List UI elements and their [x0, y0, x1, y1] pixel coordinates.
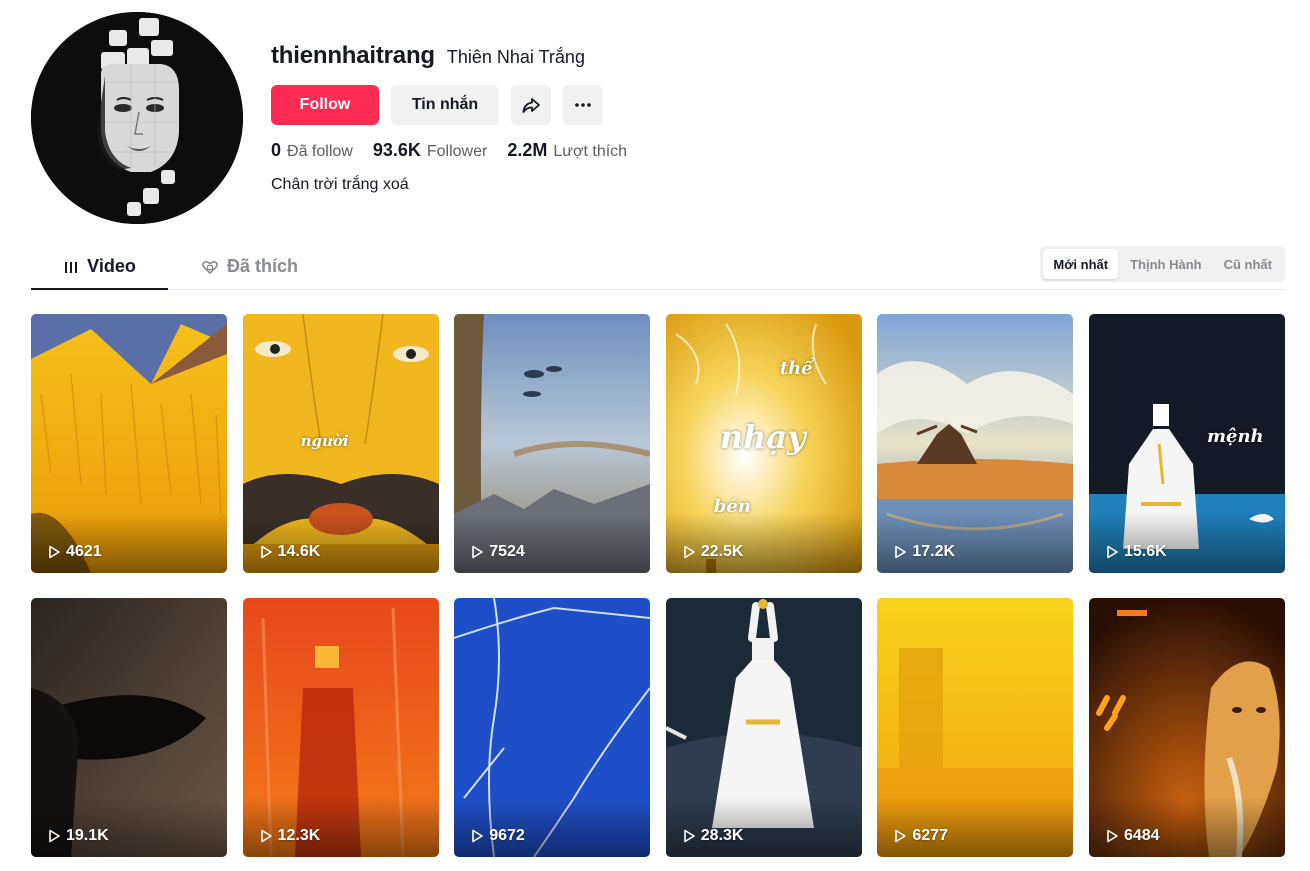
- following-count: 0: [271, 140, 282, 160]
- play-icon: [895, 829, 907, 843]
- view-count: 6484: [1105, 827, 1160, 845]
- likes-stat: 2.2M Lượt thích: [507, 140, 627, 161]
- follow-button[interactable]: Follow: [271, 85, 379, 125]
- play-icon: [1107, 545, 1118, 559]
- video-grid: 4621 người 14.6K 7524 thể nhạy bén 22.5K…: [31, 314, 1285, 857]
- play-icon: [49, 545, 60, 559]
- followers-count: 93.6K: [372, 140, 421, 160]
- view-count: 15.6K: [1105, 543, 1167, 561]
- view-count: 22.5K: [682, 543, 744, 561]
- video-overlay-caption: mệnh: [1206, 426, 1264, 447]
- play-icon: [472, 545, 483, 559]
- play-icon: [683, 545, 695, 559]
- video-card[interactable]: người 14.6K: [242, 314, 439, 573]
- view-count-text: 22.5K: [700, 543, 744, 560]
- tab-liked[interactable]: Đã thích: [201, 244, 338, 289]
- more-button[interactable]: [563, 85, 603, 125]
- play-icon: [895, 545, 907, 559]
- likes-count: 2.2M: [507, 140, 548, 160]
- video-card[interactable]: 19.1K: [31, 598, 227, 857]
- play-icon: [260, 545, 272, 559]
- view-count: 7524: [470, 543, 525, 561]
- video-card[interactable]: 12.3K: [242, 598, 439, 857]
- profile-bio: Chân trời trắng xoá: [271, 176, 409, 193]
- view-count-text: 7524: [489, 543, 525, 560]
- view-count-text: 19.1K: [66, 827, 109, 844]
- view-count-text: 14.6K: [277, 543, 321, 560]
- profile-avatar[interactable]: [31, 12, 243, 224]
- video-card[interactable]: 17.2K: [877, 314, 1074, 573]
- sort-trending[interactable]: Thịnh Hành: [1120, 249, 1212, 279]
- sort-newest[interactable]: Mới nhất: [1043, 249, 1119, 279]
- nickname: Thiên Nhai Trắng: [446, 47, 585, 67]
- video-overlay-caption: người: [300, 432, 349, 450]
- liked-heart-icon: [202, 260, 218, 274]
- sort-oldest[interactable]: Cũ nhất: [1214, 249, 1282, 279]
- view-count-text: 17.2K: [912, 543, 956, 560]
- likes-label: Lượt thích: [553, 143, 628, 160]
- view-count: 4621: [47, 543, 102, 561]
- video-overlay-caption-2: nhạy: [719, 418, 806, 456]
- more-icon: [575, 103, 591, 107]
- followers-label: Follower: [426, 143, 488, 160]
- view-count-text: 28.3K: [700, 827, 744, 844]
- play-icon: [49, 829, 60, 843]
- avatar-image: [31, 12, 243, 224]
- following-label: Đã follow: [287, 143, 353, 160]
- video-card[interactable]: 9672: [454, 598, 651, 857]
- message-button[interactable]: Tin nhắn: [391, 85, 499, 125]
- sort-segmented-control: Mới nhất Thịnh Hành Cũ nhất: [1040, 246, 1285, 282]
- profile-info: thiennhaitrang Thiên Nhai Trắng Follow T…: [271, 42, 627, 194]
- view-count: 12.3K: [259, 827, 321, 845]
- name-row: thiennhaitrang Thiên Nhai Trắng: [271, 42, 627, 74]
- view-count-text: 6484: [1123, 827, 1160, 844]
- video-card[interactable]: 7524: [454, 314, 651, 573]
- view-count: 28.3K: [682, 827, 744, 845]
- video-overlay-caption-1: thể: [779, 358, 813, 379]
- video-card[interactable]: 28.3K: [665, 598, 862, 857]
- play-icon: [683, 829, 695, 843]
- tab-liked-label: Đã thích: [227, 256, 299, 276]
- profile-actions: Follow Tin nhắn: [271, 85, 627, 125]
- view-count: 17.2K: [893, 543, 955, 561]
- video-card[interactable]: thể nhạy bén 22.5K: [665, 314, 862, 573]
- view-count-text: 9672: [489, 827, 525, 844]
- video-grid-icon: [65, 261, 78, 273]
- play-icon: [472, 829, 483, 843]
- view-count: 14.6K: [259, 543, 321, 561]
- share-button[interactable]: [511, 85, 551, 125]
- tab-video[interactable]: Video: [31, 244, 168, 289]
- video-card[interactable]: 6277: [877, 598, 1074, 857]
- view-count: 19.1K: [47, 827, 109, 845]
- view-count-text: 12.3K: [277, 827, 321, 844]
- view-count: 9672: [470, 827, 525, 845]
- video-card[interactable]: mệnh 15.6K: [1088, 314, 1285, 573]
- video-card[interactable]: 4621: [31, 314, 227, 573]
- view-count-text: 4621: [66, 543, 102, 560]
- tab-video-label: Video: [87, 256, 136, 276]
- play-icon: [260, 829, 272, 843]
- view-count-text: 15.6K: [1123, 543, 1167, 560]
- username: thiennhaitrang: [271, 42, 435, 69]
- followers-stat[interactable]: 93.6K Follower: [373, 140, 488, 161]
- following-stat[interactable]: 0 Đã follow: [271, 140, 353, 161]
- video-card[interactable]: 6484: [1088, 598, 1285, 857]
- view-count: 6277: [893, 827, 948, 845]
- view-count-text: 6277: [912, 827, 948, 844]
- share-icon: [522, 98, 540, 113]
- tab-active-underline: [31, 288, 168, 290]
- play-icon: [1107, 829, 1118, 843]
- profile-stats: 0 Đã follow 93.6K Follower 2.2M Lượt thí…: [271, 140, 627, 161]
